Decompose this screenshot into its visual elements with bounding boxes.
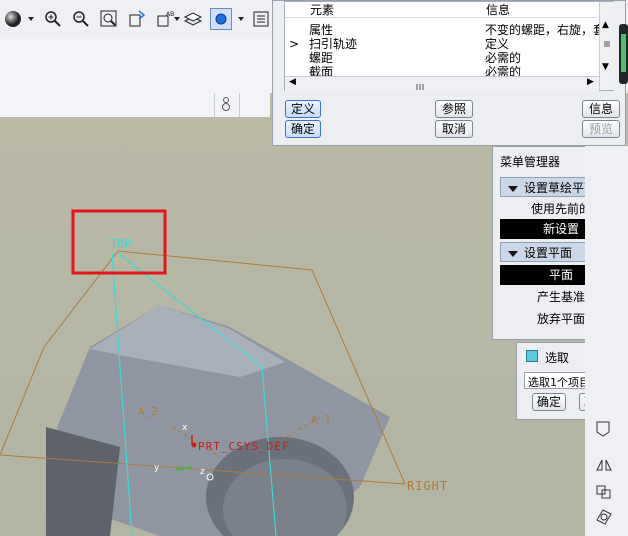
references-button[interactable]: 参照 <box>435 100 473 118</box>
model-display-icon[interactable] <box>210 8 232 30</box>
divider <box>214 93 215 117</box>
row-element: 扫引轨迹 <box>309 37 358 51</box>
row-info: 定义 <box>485 37 510 51</box>
csys-z-label: z <box>200 467 205 477</box>
intersect-tool-icon[interactable] <box>593 506 615 528</box>
row-info: 必需的 <box>485 51 522 65</box>
csys-origin <box>191 442 197 448</box>
datum-plane-edge <box>0 346 45 456</box>
merge-tool-icon[interactable] <box>593 480 615 502</box>
svg-text:AB: AB <box>166 11 174 18</box>
row-info: 必需的 <box>485 66 522 76</box>
scroll-down-icon[interactable]: ▼ <box>602 62 609 72</box>
zoom-in-icon[interactable] <box>42 8 64 30</box>
preview-button: 预览 <box>582 120 620 138</box>
axis-a1-label[interactable]: A_1 <box>311 413 331 426</box>
scroll-up-icon[interactable]: ▲ <box>602 20 609 30</box>
table-header: 元素 信息 <box>285 4 597 18</box>
scroll-right-icon[interactable]: ▶ <box>587 77 594 87</box>
ok-button[interactable]: 确定 <box>285 120 321 138</box>
select-dialog-title: 选取 <box>545 351 570 365</box>
csys-y-label: y <box>154 463 160 473</box>
zoom-out-icon[interactable] <box>70 8 92 30</box>
csys-x-label: x <box>182 423 188 433</box>
shading-sphere-icon[interactable] <box>2 8 24 30</box>
axis-a2-label[interactable]: A_2 <box>138 405 158 418</box>
column-header-element: 元素 <box>310 3 335 17</box>
element-table: 元素 信息 属性 不变的螺距，右旋，套 > 扫引轨迹 定义 螺距 必需的 截面 … <box>284 1 614 91</box>
row-element: 属性 <box>309 23 334 37</box>
tab-strip <box>0 93 270 118</box>
datum-plane-edge <box>43 250 119 348</box>
table-row[interactable]: 截面 必需的 <box>285 66 599 76</box>
define-button[interactable]: 定义 <box>285 100 321 118</box>
scroll-thumb[interactable] <box>602 38 612 50</box>
select-ok-button[interactable]: 确定 <box>532 393 566 411</box>
vertical-scrollbar[interactable]: ▲ ▼ <box>599 2 614 90</box>
datum-top-label[interactable]: TOP <box>110 237 132 251</box>
saved-views-icon[interactable]: AB <box>154 8 176 30</box>
horizontal-scrollbar[interactable]: ◀ ▶ <box>285 76 599 91</box>
element-dialog: 元素 信息 属性 不变的螺距，右旋，套 > 扫引轨迹 定义 螺距 必需的 截面 … <box>272 0 626 146</box>
reorient-icon[interactable] <box>126 8 148 30</box>
info-button[interactable]: 信息 <box>582 100 620 118</box>
collapse-triangle-icon <box>508 185 518 192</box>
divider <box>239 93 240 117</box>
row-element: 截面 <box>309 66 334 76</box>
datum-plane-tool-icon[interactable] <box>593 418 615 440</box>
scroll-thumb[interactable] <box>405 80 435 90</box>
table-row[interactable]: 属性 不变的螺距，右旋，套 <box>285 24 599 37</box>
model-tree-icon[interactable] <box>250 8 272 30</box>
collapse-triangle-icon <box>508 250 518 257</box>
datum-right-label[interactable]: RIGHT <box>407 479 448 493</box>
row-marker: > <box>289 37 300 51</box>
row-info: 不变的螺距，右旋，套 <box>485 24 599 37</box>
menu-section-label: 设置平面 <box>524 246 573 260</box>
right-toolbar <box>585 146 628 536</box>
scroll-thumb[interactable] <box>621 34 626 72</box>
scroll-left-icon[interactable]: ◀ <box>289 77 296 87</box>
tree-toggle-icon[interactable] <box>219 95 233 115</box>
column-header-info: 信息 <box>486 3 511 17</box>
table-row[interactable]: > 扫引轨迹 定义 <box>285 38 599 51</box>
select-app-icon <box>526 350 538 362</box>
cancel-button[interactable]: 取消 <box>435 120 473 138</box>
chevron-down-icon[interactable] <box>238 17 244 21</box>
csys-label[interactable]: PRT_CSYS_DEF <box>198 440 289 453</box>
chevron-down-icon[interactable] <box>28 17 34 21</box>
row-element: 螺距 <box>309 51 334 65</box>
chevron-down-icon[interactable] <box>174 17 180 21</box>
menu-manager-title: 菜单管理器 <box>500 155 561 169</box>
mirror-tool-icon[interactable] <box>593 452 615 474</box>
table-row[interactable]: 螺距 必需的 <box>285 52 599 65</box>
side-scroll-indicator[interactable] <box>619 24 628 84</box>
zoom-fit-icon[interactable] <box>98 8 120 30</box>
layers-icon[interactable] <box>182 8 204 30</box>
